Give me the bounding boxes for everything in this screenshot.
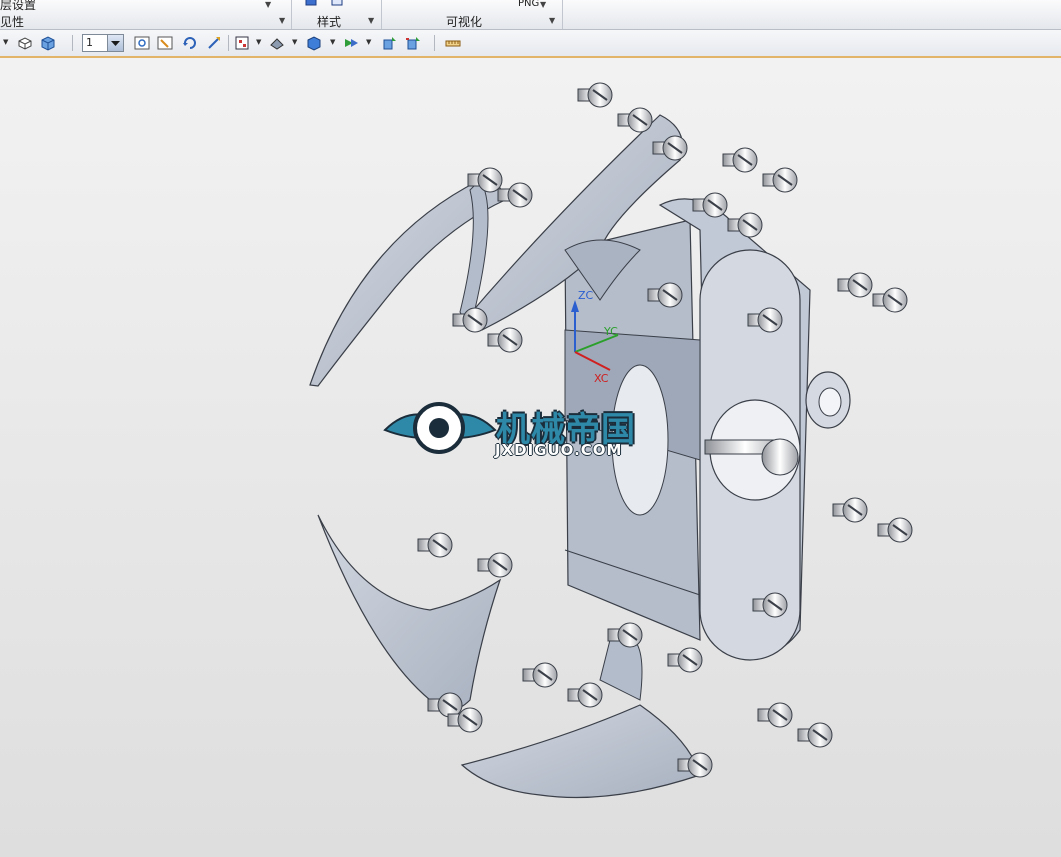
chevron-down-icon[interactable]: ▼ <box>540 0 546 9</box>
measure-icon[interactable] <box>445 35 461 51</box>
layer-dropdown-icon[interactable] <box>107 35 123 51</box>
watermark-logo-icon <box>383 402 497 454</box>
pan-icon[interactable] <box>206 35 222 51</box>
work-layer-value: 1 <box>86 36 93 49</box>
bolt[interactable] <box>617 107 653 133</box>
zoom-icon[interactable] <box>157 35 173 51</box>
ribbon-bar: 层设置 ▼ 见性 ▼ 样式 ▼ PNG ▼ 可视化 ▼ <box>0 0 1061 30</box>
yc-axis-label: YC <box>604 325 618 338</box>
fit-view-icon[interactable] <box>134 35 150 51</box>
shaded-view-icon[interactable] <box>306 35 322 51</box>
visualization-group-label: 可视化 <box>446 15 483 29</box>
bolt[interactable] <box>497 182 533 208</box>
claw-plate-top-left[interactable] <box>309 179 506 387</box>
ribbon-divider <box>562 0 563 29</box>
chevron-down-icon[interactable]: ▼ <box>3 38 8 46</box>
toolbar-divider <box>228 35 229 51</box>
bolt[interactable] <box>837 272 873 298</box>
layer-settings-label[interactable]: 层设置 <box>0 0 36 13</box>
rotate-icon[interactable] <box>182 35 198 51</box>
shaded-box-icon[interactable] <box>40 35 56 51</box>
bolt[interactable] <box>877 517 913 543</box>
view-orient-icon[interactable] <box>234 35 250 51</box>
style-group-label: 样式 <box>317 15 342 29</box>
chevron-down-icon[interactable]: ▼ <box>292 38 297 46</box>
bolt[interactable] <box>577 82 613 108</box>
visibility-group-label: 见性 <box>0 15 25 29</box>
png-export-label[interactable]: PNG <box>518 0 539 9</box>
xc-axis-label: XC <box>594 372 609 385</box>
bolt[interactable] <box>522 662 558 688</box>
toolbar-divider <box>72 35 73 51</box>
bolt[interactable] <box>667 647 703 673</box>
bolt[interactable] <box>872 287 908 313</box>
bolt[interactable] <box>757 702 793 728</box>
bolt[interactable] <box>567 682 603 708</box>
toolbar-divider <box>434 35 435 51</box>
group-expand-icon[interactable]: ▼ <box>549 16 555 25</box>
snap-alt-icon[interactable] <box>405 35 421 51</box>
bolt[interactable] <box>452 307 488 333</box>
bolt[interactable] <box>722 147 758 173</box>
solid-cube-icon[interactable] <box>304 0 318 6</box>
group-expand-icon[interactable]: ▼ <box>368 16 374 25</box>
bolt[interactable] <box>832 497 868 523</box>
ribbon-group-style: 样式 ▼ <box>292 0 380 29</box>
group-expand-icon[interactable]: ▼ <box>279 16 285 25</box>
wireframe-box-icon[interactable] <box>17 35 33 51</box>
chevron-down-icon[interactable]: ▼ <box>265 0 271 9</box>
bolt[interactable] <box>487 327 523 353</box>
graphics-viewport[interactable]: ZC YC XC 机械帝国 JXDIGUO.COM <box>0 58 1061 857</box>
render-style-icon[interactable] <box>269 35 285 51</box>
view-toolbar: ▼ 1 ▼ ▼ ▼ ▼ <box>0 30 1061 58</box>
section-view-icon[interactable] <box>343 35 359 51</box>
ribbon-group-layer: 层设置 ▼ 见性 ▼ <box>0 0 290 29</box>
edge-cube-icon[interactable] <box>330 0 344 6</box>
snap-icon[interactable] <box>381 35 397 51</box>
bolt[interactable] <box>797 722 833 748</box>
bolt[interactable] <box>477 552 513 578</box>
bolt[interactable] <box>762 167 798 193</box>
zc-axis-label: ZC <box>578 289 594 302</box>
work-layer-select[interactable]: 1 <box>82 34 124 52</box>
bolt[interactable] <box>417 532 453 558</box>
claw-plate-bottom-right[interactable] <box>460 635 701 799</box>
chevron-down-icon[interactable]: ▼ <box>366 38 371 46</box>
claw-plate-bottom-left[interactable] <box>317 514 502 711</box>
ribbon-group-visualization: PNG ▼ 可视化 ▼ <box>382 0 562 29</box>
chevron-down-icon[interactable]: ▼ <box>256 38 261 46</box>
watermark-subtitle: JXDIGUO.COM <box>495 441 623 459</box>
chevron-down-icon[interactable]: ▼ <box>330 38 335 46</box>
